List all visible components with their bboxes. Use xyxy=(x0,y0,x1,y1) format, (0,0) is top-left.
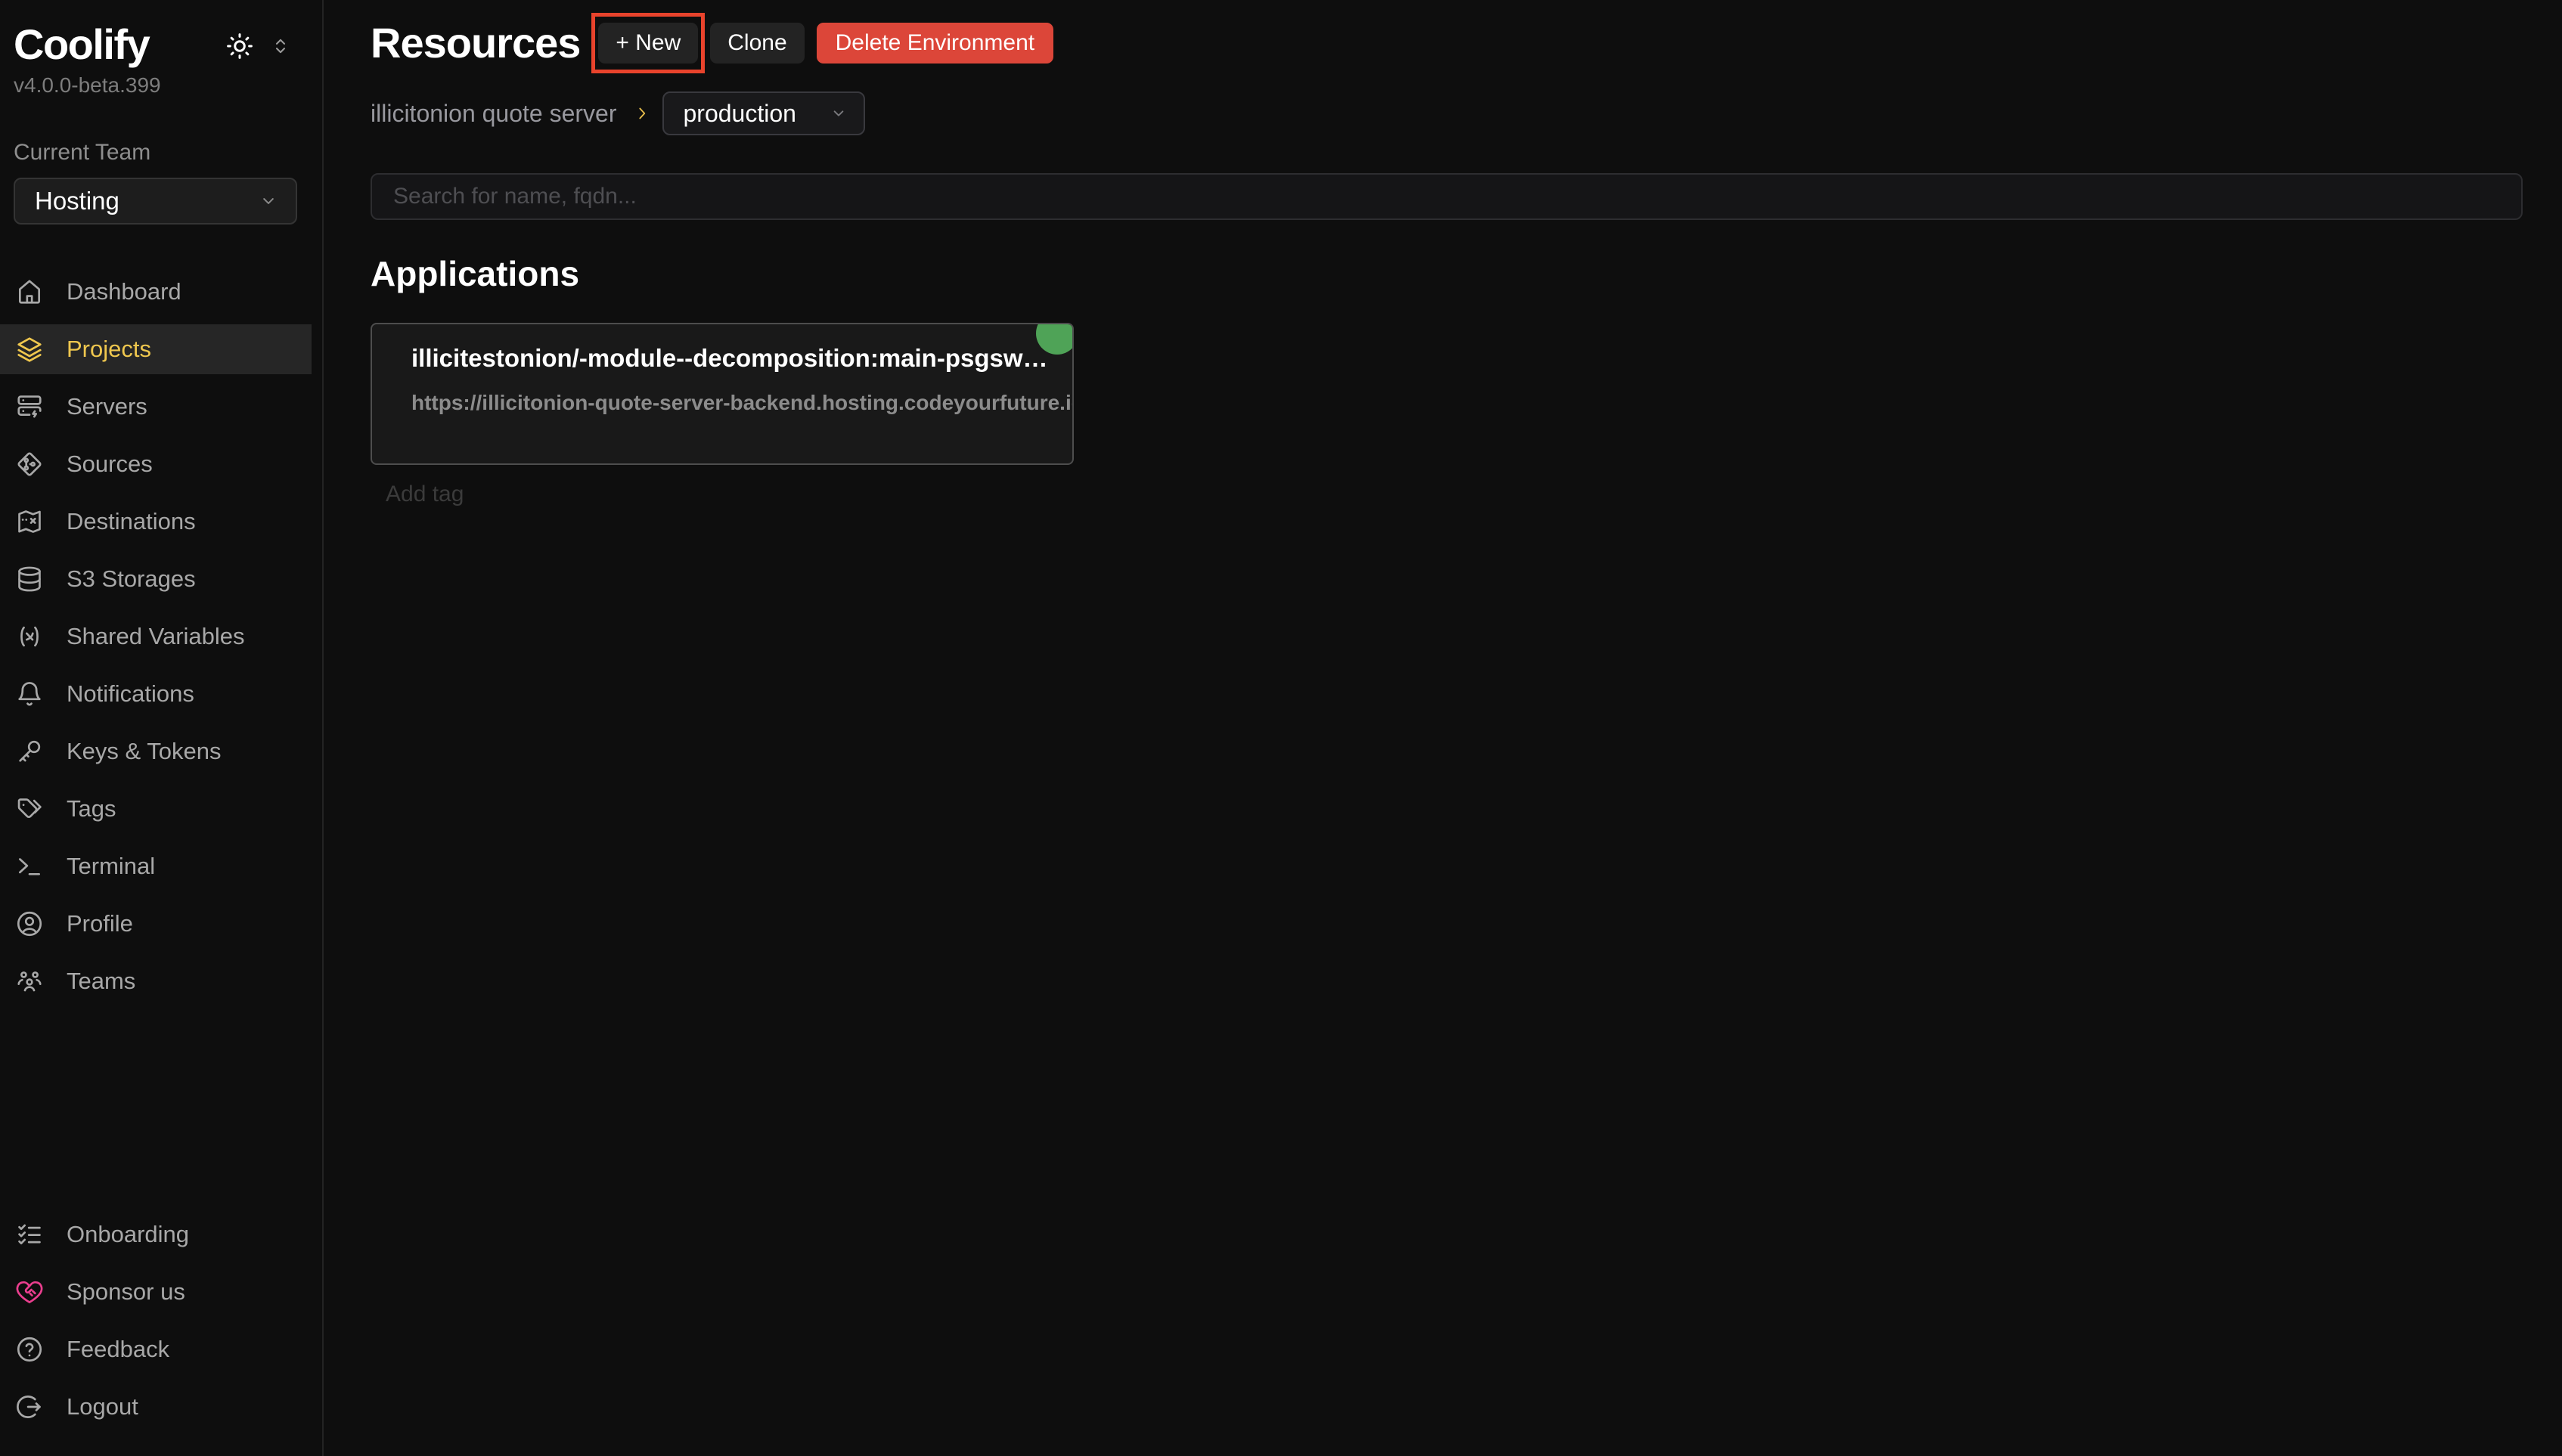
sidebar-item-label: Terminal xyxy=(67,853,155,880)
home-icon xyxy=(15,277,44,306)
sidebar-item-onboarding[interactable]: Onboarding xyxy=(0,1210,322,1259)
map-icon xyxy=(15,507,44,536)
main-content: Resources + New Clone Delete Environment… xyxy=(324,0,2562,1456)
sidebar-item-label: Keys & Tokens xyxy=(67,738,221,765)
server-icon xyxy=(15,392,44,421)
environment-select-value: production xyxy=(684,100,796,128)
sidebar-item-label: Onboarding xyxy=(67,1221,189,1248)
heart-handshake-icon xyxy=(15,1278,44,1306)
sidebar-item-label: Tags xyxy=(67,795,116,822)
chevron-right-icon xyxy=(632,104,652,123)
sidebar-item-label: Sponsor us xyxy=(67,1278,185,1306)
sidebar-footer-menu: Onboarding Sponsor us Feedback Logout xyxy=(0,1210,322,1456)
sidebar-item-servers[interactable]: Servers xyxy=(0,382,322,432)
environment-select[interactable]: production xyxy=(662,91,865,135)
sidebar-item-label: Teams xyxy=(67,968,135,995)
key-icon xyxy=(15,737,44,766)
theme-toggle-sun-icon[interactable] xyxy=(224,30,256,62)
breadcrumb: illicitonion quote server production xyxy=(371,91,2523,135)
app-logo: Coolify xyxy=(14,23,149,67)
team-icon xyxy=(15,967,44,996)
sidebar-item-logout[interactable]: Logout xyxy=(0,1382,322,1432)
page-title: Resources xyxy=(371,18,580,67)
breadcrumb-project[interactable]: illicitonion quote server xyxy=(371,100,617,128)
applications-section-title: Applications xyxy=(371,253,2523,294)
user-circle-icon xyxy=(15,909,44,938)
sidebar-item-label: Logout xyxy=(67,1393,138,1420)
sidebar-item-label: Destinations xyxy=(67,508,196,535)
sidebar-item-label: Dashboard xyxy=(67,278,181,305)
sidebar-item-label: Servers xyxy=(67,393,147,420)
logout-icon xyxy=(15,1392,44,1421)
git-source-icon xyxy=(15,450,44,479)
sidebar-item-feedback[interactable]: Feedback xyxy=(0,1324,322,1374)
sidebar-item-teams[interactable]: Teams xyxy=(0,956,322,1006)
bell-icon xyxy=(15,680,44,708)
new-button[interactable]: + New xyxy=(598,23,698,64)
sidebar-item-label: Projects xyxy=(67,336,151,363)
sidebar-item-tags[interactable]: Tags xyxy=(0,784,322,834)
page-header: Resources + New Clone Delete Environment xyxy=(371,18,2523,67)
chevron-down-icon xyxy=(829,104,848,123)
sidebar-item-projects[interactable]: Projects xyxy=(0,324,312,374)
help-circle-icon xyxy=(15,1335,44,1364)
sidebar-item-destinations[interactable]: Destinations xyxy=(0,497,322,547)
application-url: https://illicitonion-quote-server-backen… xyxy=(411,391,1050,415)
chevron-down-icon xyxy=(258,191,279,212)
collapse-chevrons-icon[interactable] xyxy=(269,35,292,57)
app-version: v4.0.0-beta.399 xyxy=(14,73,322,98)
add-tag-button[interactable]: Add tag xyxy=(386,482,464,507)
checklist-icon xyxy=(15,1220,44,1249)
sidebar-item-sponsor[interactable]: Sponsor us xyxy=(0,1267,322,1317)
sidebar-item-profile[interactable]: Profile xyxy=(0,899,322,949)
sidebar-item-sources[interactable]: Sources xyxy=(0,439,322,489)
delete-environment-button[interactable]: Delete Environment xyxy=(817,23,1053,64)
team-select-value: Hosting xyxy=(35,187,119,215)
sidebar-item-label: Profile xyxy=(67,910,133,937)
sidebar-item-label: Notifications xyxy=(67,680,194,708)
sidebar-item-notifications[interactable]: Notifications xyxy=(0,669,322,719)
sidebar: Coolify v4.0.0-beta.399 Current Team Hos… xyxy=(0,0,324,1456)
terminal-icon xyxy=(15,852,44,881)
sidebar-item-keys-tokens[interactable]: Keys & Tokens xyxy=(0,726,322,776)
sidebar-item-label: Feedback xyxy=(67,1336,169,1363)
sidebar-item-dashboard[interactable]: Dashboard xyxy=(0,267,322,317)
variables-icon xyxy=(15,622,44,651)
current-team-label: Current Team xyxy=(14,140,322,166)
database-icon xyxy=(15,565,44,593)
layers-icon xyxy=(15,335,44,364)
sidebar-item-s3-storages[interactable]: S3 Storages xyxy=(0,554,322,604)
team-select[interactable]: Hosting xyxy=(14,178,297,225)
sidebar-item-shared-variables[interactable]: Shared Variables xyxy=(0,612,322,661)
application-name: illicitestonion/-module--decomposition:m… xyxy=(411,344,1050,373)
sidebar-menu: Dashboard Projects Servers Sources Desti… xyxy=(0,267,322,1014)
application-card[interactable]: illicitestonion/-module--decomposition:m… xyxy=(371,323,1074,465)
sidebar-item-label: Sources xyxy=(67,451,153,478)
sidebar-item-terminal[interactable]: Terminal xyxy=(0,841,322,891)
sidebar-item-label: Shared Variables xyxy=(67,623,245,650)
sidebar-item-label: S3 Storages xyxy=(67,565,196,593)
tag-icon xyxy=(15,795,44,823)
search-input[interactable] xyxy=(371,173,2523,220)
clone-button[interactable]: Clone xyxy=(710,23,804,64)
